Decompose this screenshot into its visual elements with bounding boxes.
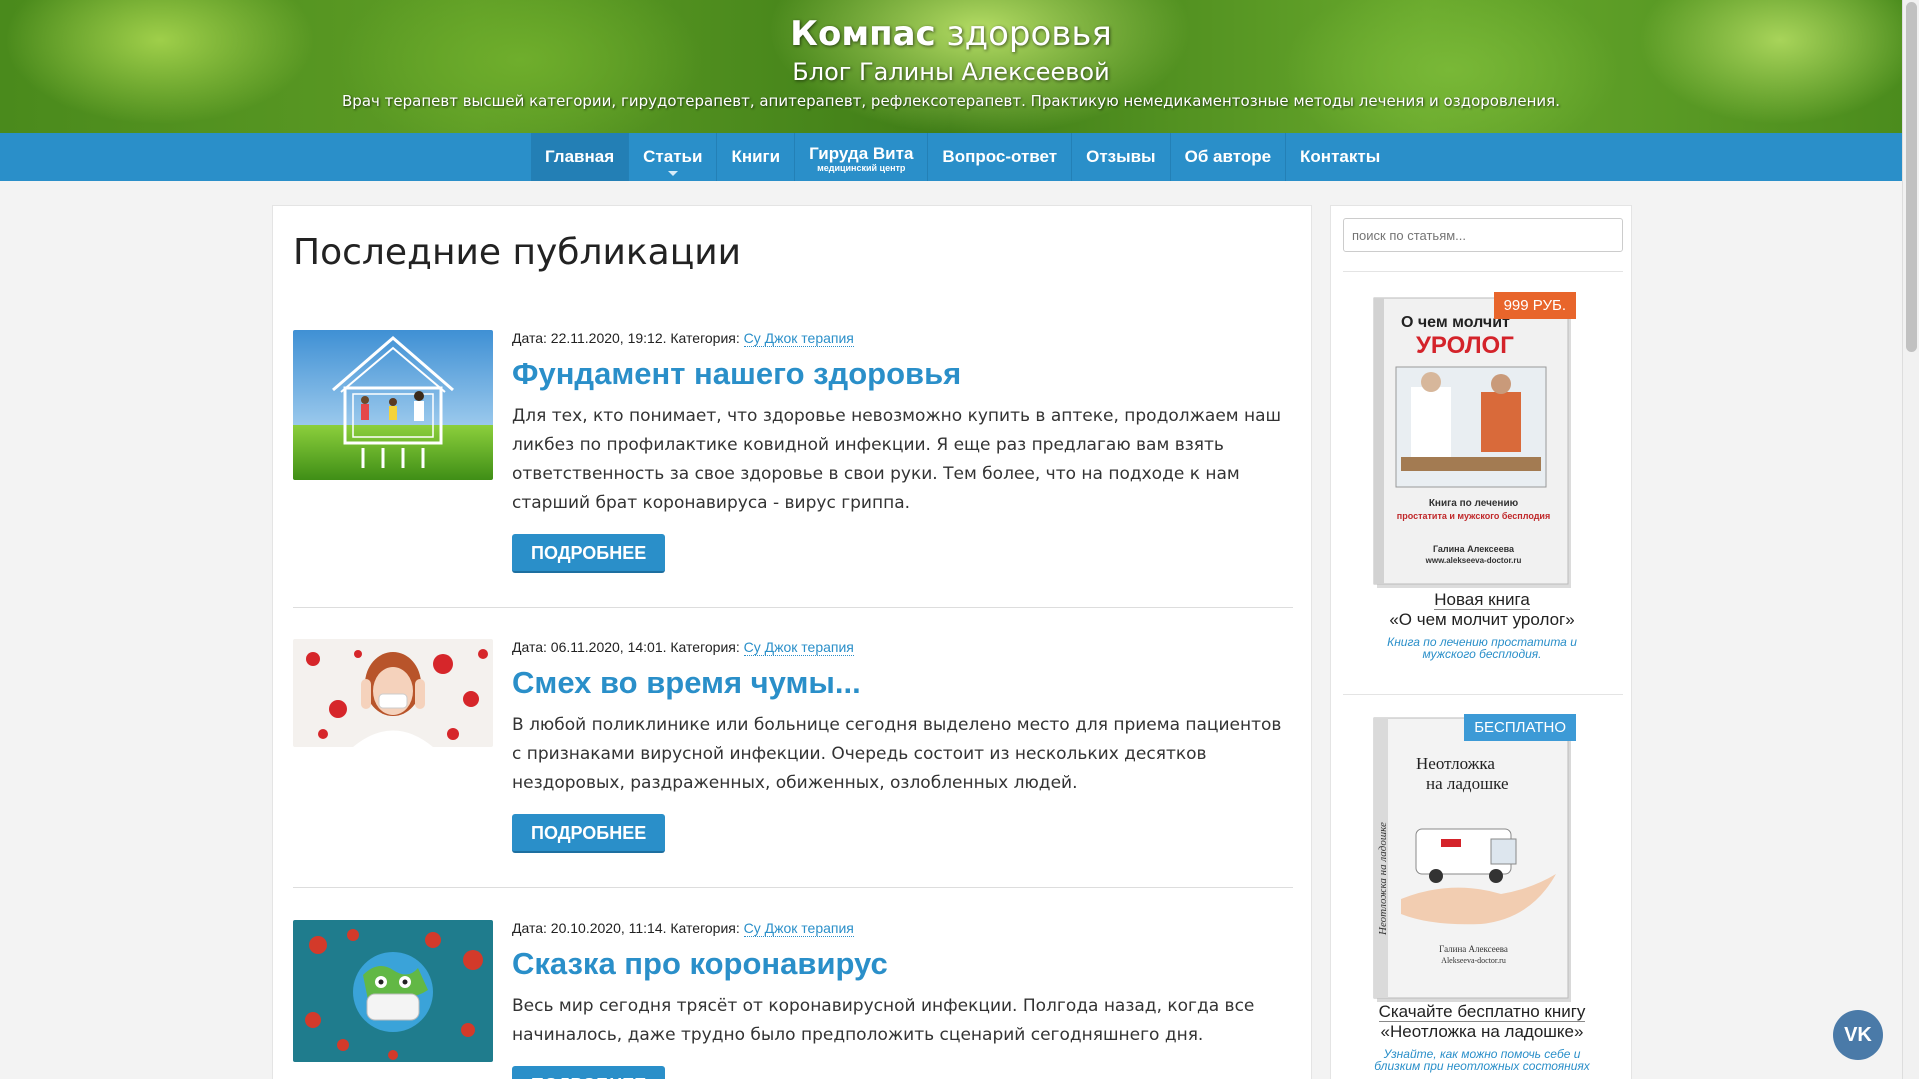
post-meta: Дата: 06.11.2020, 14:01. Категория: Су Д… [512,639,854,656]
nav-item-home[interactable]: Главная [531,133,630,181]
divider [1343,694,1623,695]
read-more-button[interactable]: ПОДРОБНЕЕ [512,814,666,853]
nav-item-contacts[interactable]: Контакты [1286,133,1394,181]
page-title: Последние публикации [293,232,742,273]
page-scrollbar[interactable] [1902,0,1919,1079]
post-excerpt: Для тех, кто понимает, что здоровье нево… [512,406,1282,513]
divider [293,887,1293,888]
book-promo-neotlozhka[interactable]: Неотложка на ладошке Неотложка на ладошк… [1371,714,1576,1002]
post-thumbnail-house-family[interactable] [293,330,493,480]
cover-author: Галина Алексеева [1432,544,1515,554]
nav-item-articles[interactable]: Статьи [629,133,718,181]
book-caption[interactable]: Скачайте бесплатно книгу «Неотложка на л… [1331,1002,1633,1072]
site-header: Компас здоровья Блог Галины Алексеевой В… [0,0,1902,133]
chevron-down-icon [667,171,678,176]
cover-spine: Неотложка на ладошке [1377,822,1389,935]
main-content: Последние публикации Дата: 22.11.2020, 1… [272,205,1312,1079]
cover-title-line1: Неотложка [1416,754,1495,773]
book-caption[interactable]: Новая книга «О чем молчит уролог» Книга … [1331,590,1633,660]
book-promo-urolog[interactable]: О чем молчит УРОЛОГ Книга по лечению про… [1371,292,1576,590]
post-meta: Дата: 20.10.2020, 11:14. Категория: Су Д… [512,920,854,937]
site-description: Врач терапевт высшей категории, гирудоте… [342,92,1560,110]
nav-item-books[interactable]: Книги [717,133,796,181]
cover-small2: простатита и мужского бесплодия [1396,511,1551,521]
post-title-link[interactable]: Сказка про коронавирус [512,946,1292,982]
nav-item-reviews[interactable]: Отзывы [1072,133,1171,181]
scrollbar-thumb[interactable] [1906,2,1917,352]
category-link[interactable]: Су Джок терапия [743,330,854,347]
cover-site: Alekseeva-doctor.ru [1441,956,1506,965]
divider [293,607,1293,608]
house-family-image [293,330,493,480]
main-nav: Главная Статьи Книги Гируда Вита медицинс… [0,133,1902,181]
site-subtitle: Блог Галины Алексеевой [792,58,1110,86]
post-excerpt: Весь мир сегодня трясёт от коронавирусно… [512,996,1255,1045]
post-thumbnail-woman-mask[interactable] [293,639,493,747]
category-link[interactable]: Су Джок терапия [743,920,854,937]
cover-small1: Книга по лечению [1428,498,1519,509]
vk-share-button[interactable]: VK [1833,1010,1883,1060]
read-more-button[interactable]: ПОДРОБНЕЕ [512,1066,666,1079]
cover-title-line2: УРОЛОГ [1416,332,1514,359]
read-more-button[interactable]: ПОДРОБНЕЕ [512,534,666,573]
vk-icon: VK [1844,1023,1872,1046]
cover-title-line2: на ладошке [1426,774,1509,793]
post-excerpt: В любой поликлинике или больнице сегодня… [512,715,1282,793]
globe-mask-image [293,920,493,1062]
post-title-link[interactable]: Фундамент нашего здоровья [512,356,1292,392]
cover-author: Галина Алексеева [1439,944,1508,954]
post-thumbnail-globe-mask[interactable] [293,920,493,1062]
divider [1343,271,1623,272]
price-badge: 999 РУБ. [1493,292,1576,319]
site-title[interactable]: Компас здоровья [0,14,1902,54]
woman-virus-image [293,639,493,747]
search-input[interactable] [1343,218,1623,252]
nav-item-giruda-vita[interactable]: Гируда Вита медицинский центр [795,133,929,181]
free-badge: БЕСПЛАТНО [1464,714,1576,741]
nav-item-about[interactable]: Об авторе [1171,133,1287,181]
nav-item-qa[interactable]: Вопрос-ответ [928,133,1073,181]
sidebar: О чем молчит УРОЛОГ Книга по лечению про… [1330,205,1632,1079]
post-title-link[interactable]: Смех во время чумы... [512,665,1292,701]
cover-site: www.alekseeva-doctor.ru [1425,556,1522,565]
post-meta: Дата: 22.11.2020, 19:12. Категория: Су Д… [512,330,854,347]
category-link[interactable]: Су Джок терапия [743,639,854,656]
